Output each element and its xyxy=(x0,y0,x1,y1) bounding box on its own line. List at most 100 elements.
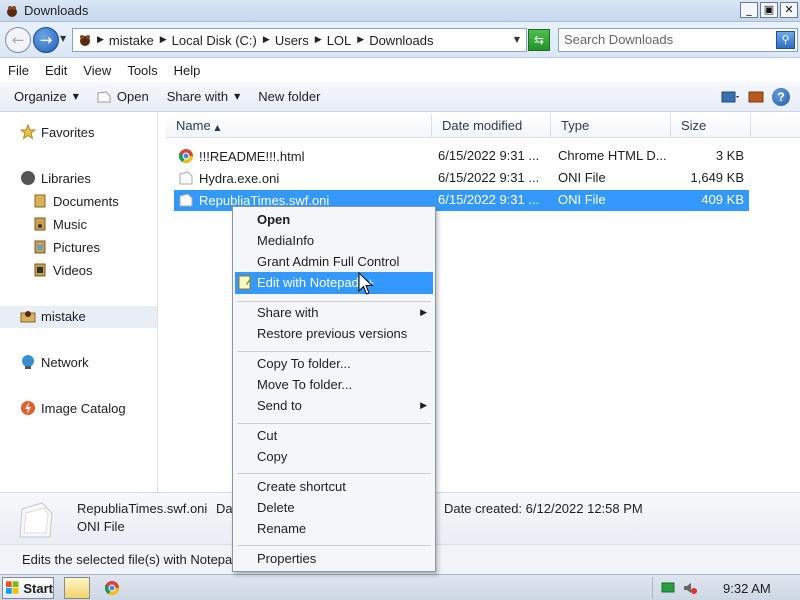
menu-help[interactable]: Help xyxy=(174,63,201,78)
menu-separator xyxy=(237,301,431,302)
organize-button[interactable]: Organize ▼ xyxy=(14,89,79,104)
column-header-filler xyxy=(751,114,800,138)
nav-network[interactable]: Network xyxy=(20,354,89,370)
breadcrumb-item[interactable]: ▶ LOL xyxy=(315,33,352,48)
view-options-icon[interactable] xyxy=(720,88,740,106)
chrome-icon xyxy=(179,149,193,163)
breadcrumb-item[interactable]: ▶ Downloads xyxy=(357,33,433,48)
details-date-created: Date created: 6/12/2022 12:58 PM xyxy=(444,501,643,516)
breadcrumb-item[interactable]: ▶ Users xyxy=(263,33,309,48)
display-icon[interactable] xyxy=(661,581,675,595)
chrome-icon[interactable] xyxy=(104,580,120,596)
start-button[interactable]: Start xyxy=(2,577,54,599)
title-bar: Downloads _ ▣ ✕ xyxy=(0,0,800,22)
refresh-button[interactable]: ⇆ xyxy=(528,29,550,51)
clock[interactable]: 9:32 AM xyxy=(723,581,771,596)
volume-muted-icon[interactable] xyxy=(683,581,697,595)
breadcrumb-item[interactable]: ▶ Local Disk (C:) xyxy=(160,33,257,48)
search-icon[interactable]: ⚲ xyxy=(776,31,795,49)
nav-favorites[interactable]: Favorites xyxy=(20,124,94,140)
file-icon xyxy=(179,193,193,207)
nav-libraries[interactable]: Libraries xyxy=(20,170,91,186)
menu-item-edit-notepad[interactable]: Edit with Notepad++ xyxy=(257,275,374,290)
column-header-size[interactable]: Size xyxy=(671,114,751,138)
menu-item-create-shortcut[interactable]: Create shortcut xyxy=(257,479,346,494)
document-icon xyxy=(97,90,111,102)
music-icon xyxy=(34,217,46,231)
maximize-button[interactable]: ▣ xyxy=(760,2,778,18)
navigation-pane: Favorites Libraries Documents Music Pict… xyxy=(0,112,158,492)
nav-image-catalog[interactable]: Image Catalog xyxy=(20,400,126,416)
menu-bar: File Edit View Tools Help xyxy=(0,58,800,82)
taskbar-explorer-button[interactable] xyxy=(64,577,90,599)
search-input[interactable]: Search Downloads ⚲ xyxy=(558,28,798,52)
close-button[interactable]: ✕ xyxy=(780,2,798,18)
menu-item-properties[interactable]: Properties xyxy=(257,551,316,566)
chevron-right-icon[interactable]: ▶ xyxy=(97,35,104,45)
column-header-name[interactable]: Name ▲ xyxy=(166,114,432,138)
mouse-cursor-icon xyxy=(358,272,374,295)
menu-view[interactable]: View xyxy=(83,63,111,78)
details-file-type: ONI File xyxy=(77,519,125,534)
address-history-chevron-icon[interactable]: ▼ xyxy=(514,35,520,44)
menu-separator xyxy=(237,473,431,474)
menu-tools[interactable]: Tools xyxy=(127,63,157,78)
file-row[interactable]: Hydra.exe.oni 6/15/2022 9:31 ... ONI Fil… xyxy=(174,168,749,189)
file-icon xyxy=(179,171,193,185)
column-header-type[interactable]: Type xyxy=(551,114,671,138)
pictures-icon xyxy=(34,240,46,254)
nav-documents[interactable]: Documents xyxy=(32,193,119,209)
column-header-date[interactable]: Date modified xyxy=(432,114,551,138)
minimize-button[interactable]: _ xyxy=(740,2,758,18)
menu-item-open[interactable]: Open xyxy=(257,212,290,227)
nav-music[interactable]: Music xyxy=(32,216,87,232)
menu-item-delete[interactable]: Delete xyxy=(257,500,295,515)
status-text: Edits the selected file(s) with Notepa xyxy=(22,552,233,567)
videos-icon xyxy=(34,263,46,277)
new-folder-button[interactable]: New folder xyxy=(258,89,320,104)
menu-item-restore[interactable]: Restore previous versions xyxy=(257,326,407,341)
menu-item-grant-admin[interactable]: Grant Admin Full Control xyxy=(257,254,399,269)
preview-pane-icon[interactable] xyxy=(746,88,766,106)
menu-item-copy[interactable]: Copy xyxy=(257,449,287,464)
chevron-right-icon[interactable]: ▶ xyxy=(357,35,364,45)
menu-separator xyxy=(237,545,431,546)
menu-item-rename[interactable]: Rename xyxy=(257,521,306,536)
window-controls: _ ▣ ✕ xyxy=(740,2,798,18)
menu-edit[interactable]: Edit xyxy=(45,63,67,78)
view-controls: ? xyxy=(720,88,790,106)
file-row[interactable]: !!!README!!!.html 6/15/2022 9:31 ... Chr… xyxy=(174,146,749,167)
forward-button[interactable]: → xyxy=(33,27,59,53)
nav-pictures[interactable]: Pictures xyxy=(32,239,100,255)
menu-item-mediainfo[interactable]: MediaInfo xyxy=(257,233,314,248)
star-icon xyxy=(20,124,36,140)
breadcrumb-item[interactable]: ▶ mistake xyxy=(97,33,154,48)
chevron-down-icon: ▼ xyxy=(234,92,241,101)
details-date-modified: Da xyxy=(216,501,233,516)
chevron-right-icon[interactable]: ▶ xyxy=(315,35,322,45)
menu-item-send-to[interactable]: Send to xyxy=(257,398,302,413)
help-icon[interactable]: ? xyxy=(772,88,790,106)
menu-item-cut[interactable]: Cut xyxy=(257,428,277,443)
menu-file[interactable]: File xyxy=(8,63,29,78)
submenu-arrow-icon: ▶ xyxy=(420,308,427,318)
menu-item-move-to[interactable]: Move To folder... xyxy=(257,377,352,392)
menu-separator xyxy=(237,351,431,352)
nav-homegroup[interactable]: mistake xyxy=(20,308,86,324)
details-file-name: RepubliaTimes.swf.oni xyxy=(77,501,208,516)
back-button[interactable]: ← xyxy=(5,27,31,53)
nav-videos[interactable]: Videos xyxy=(32,262,93,278)
recent-pages-chevron-icon[interactable]: ▼ xyxy=(60,34,66,43)
user-folder-icon xyxy=(20,311,36,323)
breadcrumb[interactable]: ▶ mistake ▶ Local Disk (C:) ▶ Users ▶ LOL ▶ D… xyxy=(72,28,527,52)
system-tray: 9:32 AM xyxy=(652,577,800,599)
menu-item-share-with[interactable]: Share with xyxy=(257,305,318,320)
image-catalog-icon xyxy=(21,401,35,415)
notepad-plus-plus-icon xyxy=(238,275,252,290)
open-button[interactable]: Open xyxy=(97,89,149,104)
menu-item-copy-to[interactable]: Copy To folder... xyxy=(257,356,351,371)
chevron-right-icon[interactable]: ▶ xyxy=(263,35,270,45)
share-with-button[interactable]: Share with ▼ xyxy=(167,89,241,104)
menu-separator xyxy=(237,423,431,424)
chevron-right-icon[interactable]: ▶ xyxy=(160,35,167,45)
